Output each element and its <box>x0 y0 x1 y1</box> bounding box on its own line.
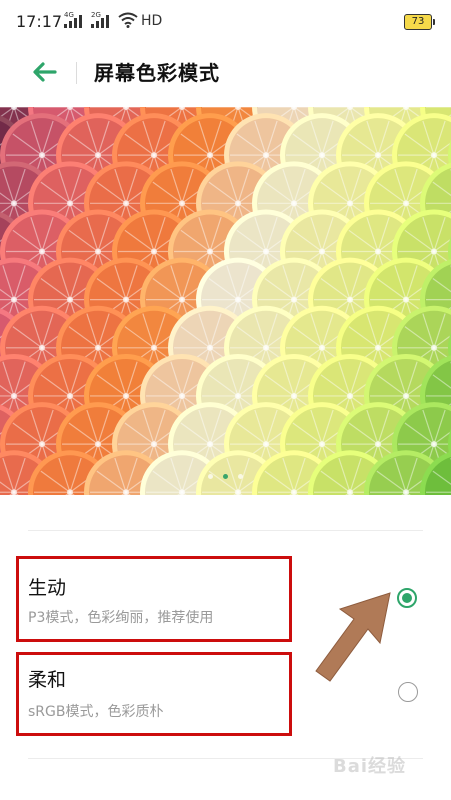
divider <box>28 530 423 531</box>
carousel-indicator <box>0 474 451 479</box>
header-divider <box>76 62 77 84</box>
status-bar: 17:17 4G 2G HD 73 <box>0 0 451 44</box>
signal-icon-sim2: 2G <box>91 12 109 28</box>
battery-level: 73 <box>411 16 425 27</box>
radio-soft[interactable] <box>398 682 418 702</box>
annotation-arrow-icon <box>315 592 391 682</box>
citrus-slices-image <box>0 107 451 495</box>
back-arrow-icon[interactable] <box>30 58 58 86</box>
preview-image[interactable] <box>0 107 451 495</box>
watermark: Bai经验 <box>333 756 407 777</box>
battery-icon: 73 <box>404 14 435 30</box>
status-time: 17:17 <box>16 12 63 31</box>
highlight-frame-vivid <box>16 556 292 642</box>
page-dot <box>238 474 243 479</box>
page-dot <box>208 474 213 479</box>
highlight-frame-soft <box>16 652 292 736</box>
radio-vivid-selected[interactable] <box>397 588 417 608</box>
page-dot-active <box>223 474 228 479</box>
wifi-icon <box>118 12 138 28</box>
network-type-label: HD <box>141 13 163 29</box>
app-header: 屏幕色彩模式 <box>0 44 451 104</box>
signal-icon-sim1: 4G <box>64 12 82 28</box>
page-title: 屏幕色彩模式 <box>94 61 220 85</box>
